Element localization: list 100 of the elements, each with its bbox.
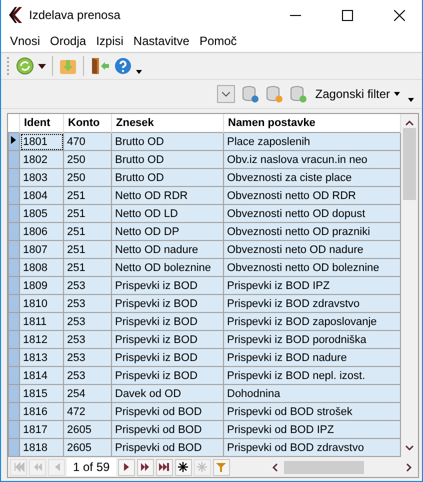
table-cell: 1812 <box>20 330 64 348</box>
table-cell: Prispevki iz BOD <box>112 330 224 348</box>
table-cell: 250 <box>64 168 112 186</box>
dropdown-arrow-icon[interactable] <box>38 64 46 68</box>
table-cell: 1803 <box>20 168 64 186</box>
table-cell: 1805 <box>20 204 64 222</box>
close-icon[interactable] <box>394 10 404 20</box>
table-cell: 251 <box>64 204 112 222</box>
table-cell: 253 <box>64 276 112 294</box>
table-cell: Obv.iz naslova vracun.in neo <box>224 150 401 168</box>
table-cell: 1811 <box>20 312 64 330</box>
table-cell: 253 <box>64 294 112 312</box>
table-cell: 1815 <box>20 384 64 402</box>
filter-icon <box>215 461 228 473</box>
table-cell: 253 <box>64 348 112 366</box>
chevron-down-icon <box>222 92 230 96</box>
table-cell: 1802 <box>20 150 64 168</box>
table-cell: Obveznosti netto OD boleznine <box>224 258 401 276</box>
overflow-arrow-icon[interactable] <box>408 98 414 102</box>
menu-item[interactable]: Orodja <box>45 32 92 50</box>
vertical-scrollbar[interactable] <box>401 114 418 457</box>
scroll-down-icon[interactable] <box>405 445 414 451</box>
table-cell: 251 <box>64 240 112 258</box>
help-icon[interactable] <box>114 57 132 75</box>
table-cell: 1804 <box>20 186 64 204</box>
table-cell: 2605 <box>64 438 112 456</box>
table-cell: 250 <box>64 150 112 168</box>
caret-icon <box>394 92 400 96</box>
column-header[interactable]: Konto <box>64 114 112 132</box>
column-header[interactable]: Ident <box>20 114 64 132</box>
table-cell: 1818 <box>20 438 64 456</box>
table-cell: Obveznosti netto OD prazniki <box>224 222 401 240</box>
table-cell: Obveznosti za ciste place <box>224 168 401 186</box>
scrollbar-thumb[interactable] <box>284 460 364 474</box>
table-cell: Obveznosti neto OD nadure <box>224 240 401 258</box>
new-record-button[interactable] <box>174 458 192 476</box>
window-title: Izdelava prenosa <box>29 8 122 22</box>
column-header[interactable]: Znesek <box>112 114 224 132</box>
table-cell: 251 <box>64 222 112 240</box>
table-cell: Place zaposlenih <box>224 132 401 150</box>
dropdown-button[interactable] <box>217 85 236 103</box>
table-cell: Netto OD LD <box>112 204 224 222</box>
next-record-button[interactable] <box>118 458 135 476</box>
table-cell: Prispevki od BOD <box>112 402 224 420</box>
menu-item[interactable]: Izpisi <box>91 32 128 50</box>
table-cell: Prispevki iz BOD porodniška <box>224 330 401 348</box>
table-cell: 1801 <box>20 132 64 150</box>
table-cell: 470 <box>64 132 112 150</box>
last-record-button[interactable] <box>156 458 173 476</box>
table-cell: Prispevki iz BOD <box>112 348 224 366</box>
table-cell: 1807 <box>20 240 64 258</box>
prev-page-icon <box>32 461 44 473</box>
exit-door-icon[interactable] <box>90 57 110 75</box>
menu-item[interactable]: Nastavitve <box>128 32 194 50</box>
table-cell: Prispevki iz BOD <box>112 294 224 312</box>
table-cell: Prispevki iz BOD nepl. izost. <box>224 366 401 384</box>
scroll-right-icon[interactable] <box>406 462 412 472</box>
scroll-up-icon[interactable] <box>405 120 414 126</box>
table-cell: 253 <box>64 366 112 384</box>
table-cell: 1806 <box>20 222 64 240</box>
download-box-icon[interactable] <box>59 57 77 75</box>
menu-item[interactable]: Pomoč <box>194 32 242 50</box>
table-cell: Prispevki iz BOD zaposlovanje <box>224 312 401 330</box>
table-cell: Obveznosti netto OD dopust <box>224 204 401 222</box>
save-database-icon[interactable] <box>241 85 260 103</box>
scrollbar-thumb[interactable] <box>403 128 416 200</box>
table-cell: Davek od OD <box>112 384 224 402</box>
new-icon <box>177 461 190 473</box>
row-indicator[interactable] <box>8 132 20 150</box>
table-cell: 1817 <box>20 420 64 438</box>
table-cell: 1813 <box>20 348 64 366</box>
last-icon <box>158 461 170 473</box>
table-cell: 253 <box>64 330 112 348</box>
table-cell: Prispevki iz BOD IPZ <box>224 276 401 294</box>
record-position: 1 of 59 <box>67 458 116 476</box>
table-cell: 2605 <box>64 420 112 438</box>
remove-database-icon[interactable] <box>265 85 284 103</box>
table-cell: 251 <box>64 258 112 276</box>
table-cell: 251 <box>64 186 112 204</box>
maximize-icon[interactable] <box>342 10 352 20</box>
table-cell: Prispevki od BOD strošek <box>224 402 401 420</box>
table-cell: Prispevki od BOD zdravstvo <box>224 438 401 456</box>
table-cell: Brutto OD <box>112 150 224 168</box>
table-cell: Obveznosti netto OD RDR <box>224 186 401 204</box>
table-cell: 253 <box>64 312 112 330</box>
delete-icon <box>196 461 208 473</box>
refresh-icon[interactable] <box>16 57 34 75</box>
add-database-icon[interactable] <box>289 85 308 103</box>
table-cell: 1810 <box>20 294 64 312</box>
table-cell: Prispevki od BOD IPZ <box>224 420 401 438</box>
overflow-arrow-icon[interactable] <box>136 70 142 74</box>
scroll-left-icon[interactable] <box>272 462 278 472</box>
table-cell: Prispevki od BOD <box>112 420 224 438</box>
table-cell: Netto OD nadure <box>112 240 224 258</box>
next-page-button[interactable] <box>136 458 154 476</box>
table-cell: Dohodnina <box>224 384 401 402</box>
menu-item[interactable]: Vnosi <box>5 32 46 50</box>
filter-button[interactable] <box>212 458 230 476</box>
table-cell: 254 <box>64 384 112 402</box>
column-header[interactable]: Namen postavke <box>224 114 401 132</box>
